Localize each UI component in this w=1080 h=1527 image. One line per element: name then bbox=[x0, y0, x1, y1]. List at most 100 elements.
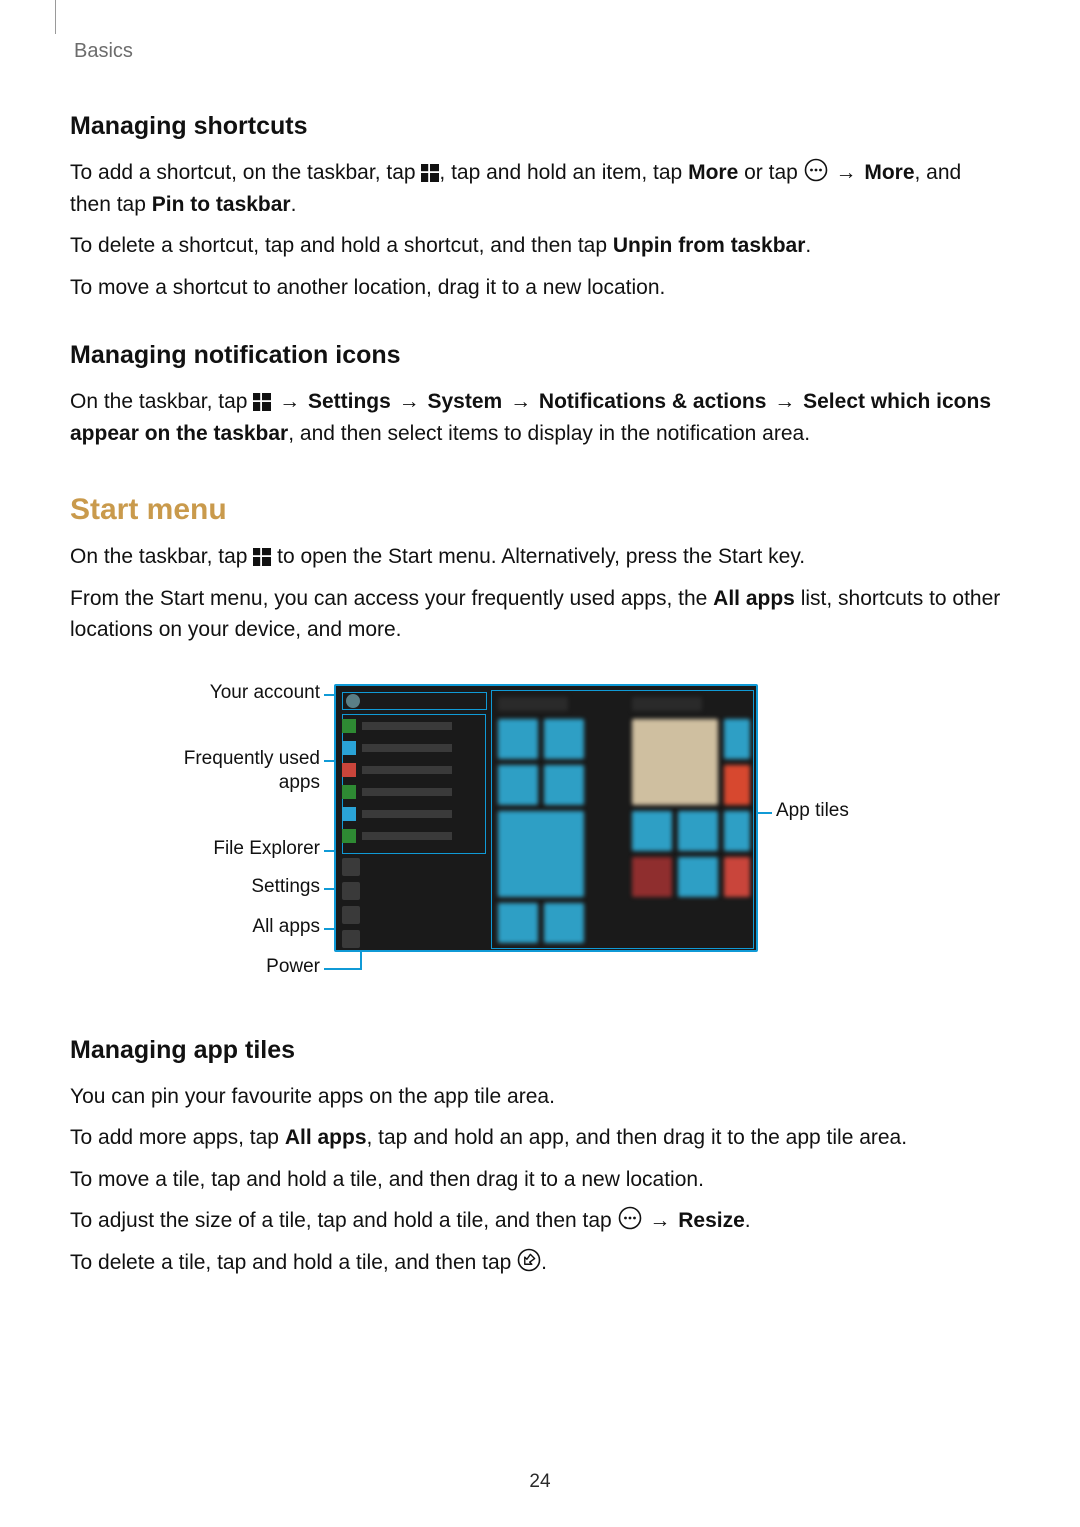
start-icon bbox=[253, 393, 271, 411]
tile bbox=[724, 857, 750, 897]
figure-start-menu-panel bbox=[334, 684, 758, 952]
arrow-icon: → bbox=[647, 1205, 672, 1237]
para-tiles-resize: To adjust the size of a tile, tap and ho… bbox=[70, 1205, 1006, 1237]
arrow-icon: → bbox=[277, 386, 302, 418]
text: , tap and hold an app, and then drag it … bbox=[367, 1126, 908, 1149]
callout-line bbox=[758, 812, 772, 814]
text: On the taskbar, tap bbox=[70, 390, 253, 413]
para-shortcuts-move: To move a shortcut to another location, … bbox=[70, 272, 1006, 304]
callout-your-account: Your account bbox=[140, 682, 320, 704]
callout-all-apps: All apps bbox=[140, 916, 320, 938]
text: , tap and hold an item, tap bbox=[439, 161, 688, 184]
text-more: More bbox=[864, 161, 914, 184]
para-notification-icons: On the taskbar, tap → Settings → System … bbox=[70, 386, 1006, 449]
figure-app-row bbox=[342, 784, 484, 804]
text-more: More bbox=[688, 161, 738, 184]
figure-app-row bbox=[342, 762, 484, 782]
tile bbox=[632, 719, 718, 805]
arrow-icon: → bbox=[397, 386, 422, 418]
unpin-circle-icon bbox=[517, 1248, 541, 1272]
tile bbox=[498, 719, 538, 759]
text: . bbox=[745, 1209, 751, 1232]
tile bbox=[544, 765, 584, 805]
text-notifications-actions: Notifications & actions bbox=[539, 390, 767, 413]
more-options-circle-icon bbox=[804, 158, 828, 182]
file-explorer-icon bbox=[342, 858, 360, 876]
text: From the Start menu, you can access your… bbox=[70, 587, 713, 610]
page-number: 24 bbox=[0, 1471, 1080, 1493]
page-content: Managing shortcuts To add a shortcut, on… bbox=[0, 0, 1080, 1278]
text: To add a shortcut, on the taskbar, tap bbox=[70, 161, 421, 184]
text-all-apps: All apps bbox=[285, 1126, 367, 1149]
figure-start-menu: Your account Frequently used apps File E… bbox=[140, 680, 960, 1000]
callout-settings: Settings bbox=[140, 876, 320, 898]
callout-frequently-used-l2: apps bbox=[140, 772, 320, 794]
start-icon bbox=[421, 164, 439, 182]
text-unpin-from-taskbar: Unpin from taskbar bbox=[613, 234, 806, 257]
para-start-menu-desc: From the Start menu, you can access your… bbox=[70, 583, 1006, 646]
callout-line bbox=[324, 968, 360, 970]
para-start-menu-open: On the taskbar, tap to open the Start me… bbox=[70, 541, 1006, 573]
callout-frequently-used-l1: Frequently used bbox=[140, 748, 320, 770]
heading-managing-notification-icons: Managing notification icons bbox=[70, 341, 1006, 370]
text: To delete a tile, tap and hold a tile, a… bbox=[70, 1251, 517, 1274]
text: or tap bbox=[738, 161, 803, 184]
page-tab-mark bbox=[44, 0, 56, 34]
arrow-icon: → bbox=[833, 157, 858, 189]
text: . bbox=[805, 234, 811, 257]
text: On the taskbar, tap bbox=[70, 545, 253, 568]
start-icon bbox=[253, 548, 271, 566]
text-settings: Settings bbox=[308, 390, 391, 413]
para-tiles-move: To move a tile, tap and hold a tile, and… bbox=[70, 1164, 1006, 1196]
para-tiles-add: To add more apps, tap All apps, tap and … bbox=[70, 1122, 1006, 1154]
tile bbox=[632, 811, 672, 851]
para-shortcuts-delete: To delete a shortcut, tap and hold a sho… bbox=[70, 230, 1006, 262]
figure-app-row bbox=[342, 806, 484, 826]
tile bbox=[678, 857, 718, 897]
text: . bbox=[541, 1251, 547, 1274]
figure-account-row bbox=[342, 692, 487, 710]
callout-file-explorer: File Explorer bbox=[140, 838, 320, 860]
figure-app-row bbox=[342, 740, 484, 760]
figure-app-row bbox=[342, 718, 484, 738]
para-tiles-pin: You can pin your favourite apps on the a… bbox=[70, 1081, 1006, 1113]
arrow-icon: → bbox=[508, 386, 533, 418]
text-pin-to-taskbar: Pin to taskbar bbox=[152, 193, 291, 216]
figure-bottom-icons bbox=[342, 858, 370, 954]
tile bbox=[498, 903, 538, 943]
text: . bbox=[291, 193, 297, 216]
figure-app-row bbox=[342, 828, 484, 848]
tile bbox=[498, 765, 538, 805]
tile bbox=[498, 811, 584, 897]
tile bbox=[724, 811, 750, 851]
power-icon bbox=[342, 906, 360, 924]
text-resize: Resize bbox=[678, 1209, 745, 1232]
tile-group-header bbox=[632, 697, 702, 711]
text: To adjust the size of a tile, tap and ho… bbox=[70, 1209, 618, 1232]
text-all-apps: All apps bbox=[713, 587, 795, 610]
para-tiles-delete: To delete a tile, tap and hold a tile, a… bbox=[70, 1247, 1006, 1279]
all-apps-icon bbox=[342, 930, 360, 948]
arrow-icon: → bbox=[772, 386, 797, 418]
figure-app-tiles-box bbox=[491, 690, 754, 949]
heading-start-menu: Start menu bbox=[70, 493, 1006, 527]
tile bbox=[544, 719, 584, 759]
tile bbox=[632, 857, 672, 897]
tile-group-header bbox=[498, 697, 568, 711]
tile bbox=[678, 811, 718, 851]
text-system: System bbox=[428, 390, 503, 413]
tile bbox=[724, 719, 750, 759]
para-shortcuts-add: To add a shortcut, on the taskbar, tap ,… bbox=[70, 157, 1006, 220]
text: to open the Start menu. Alternatively, p… bbox=[271, 545, 805, 568]
gear-icon bbox=[342, 882, 360, 900]
running-header: Basics bbox=[74, 40, 133, 63]
callout-power: Power bbox=[140, 956, 320, 978]
callout-app-tiles: App tiles bbox=[776, 800, 849, 822]
tile bbox=[544, 903, 584, 943]
heading-managing-shortcuts: Managing shortcuts bbox=[70, 112, 1006, 141]
more-options-circle-icon bbox=[618, 1206, 642, 1230]
tile bbox=[724, 765, 750, 805]
text: , and then select items to display in th… bbox=[288, 422, 810, 445]
heading-managing-app-tiles: Managing app tiles bbox=[70, 1036, 1006, 1065]
text: To add more apps, tap bbox=[70, 1126, 285, 1149]
